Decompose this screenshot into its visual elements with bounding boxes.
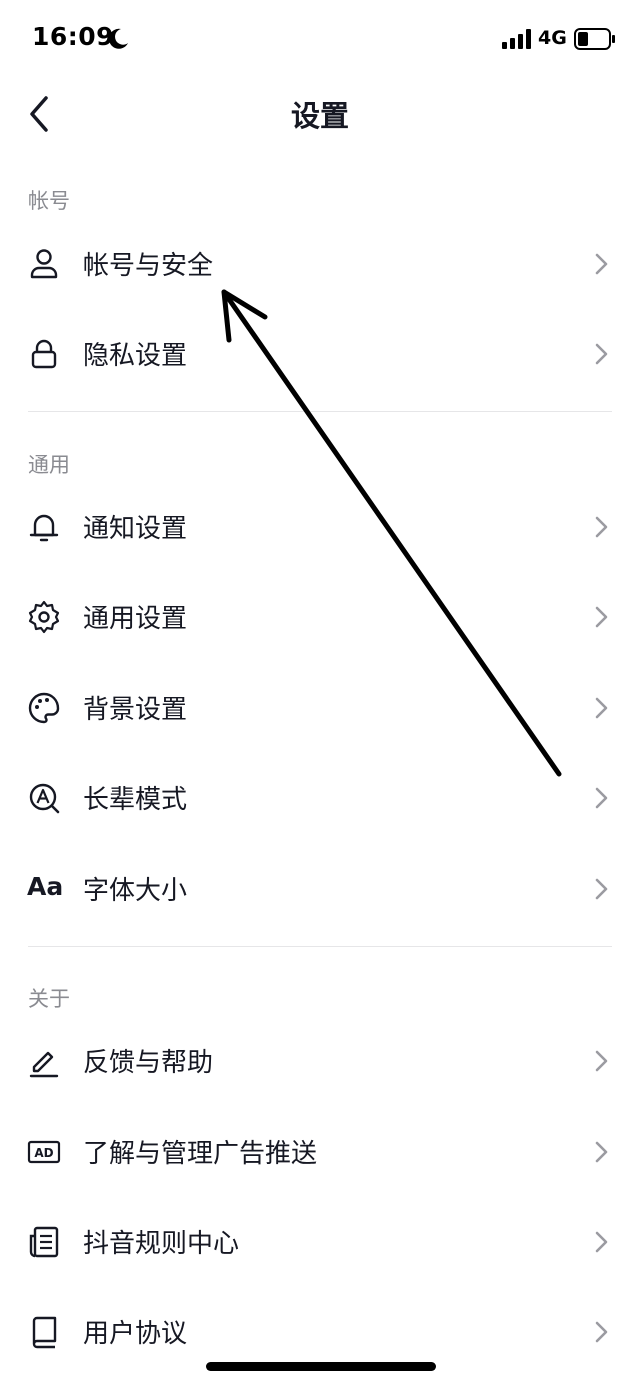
ad-icon: AD	[27, 1140, 61, 1164]
settings-item-label: 帐号与安全	[83, 251, 214, 281]
settings-item-elder-mode[interactable]: 长辈模式	[0, 758, 640, 838]
status-time: 16:09	[32, 22, 115, 51]
settings-item-rules-center[interactable]: 抖音规则中心	[0, 1202, 640, 1282]
settings-item-ad-management[interactable]: AD 了解与管理广告推送	[0, 1112, 640, 1192]
section-label-general: 通用	[28, 453, 70, 477]
settings-item-label: 抖音规则中心	[83, 1229, 240, 1259]
document-icon	[29, 1226, 59, 1258]
section-label-account: 帐号	[28, 189, 70, 213]
chevron-right-icon	[595, 697, 608, 719]
chevron-right-icon	[595, 787, 608, 809]
status-bar: 16:09 4G	[0, 0, 640, 80]
chevron-right-icon	[595, 516, 608, 538]
elder-mode-icon	[29, 783, 60, 814]
settings-item-label: 了解与管理广告推送	[83, 1139, 318, 1169]
section-divider	[28, 946, 612, 947]
settings-item-label: 背景设置	[83, 695, 188, 725]
navigation-bar: 设置	[0, 80, 640, 146]
settings-item-label: 反馈与帮助	[83, 1048, 214, 1078]
chevron-right-icon	[595, 1050, 608, 1072]
font-size-icon: Aa	[27, 872, 64, 901]
settings-item-account-security[interactable]: 帐号与安全	[0, 224, 640, 304]
battery-icon	[574, 28, 615, 50]
settings-item-label: 通用设置	[83, 604, 188, 634]
person-icon	[30, 249, 58, 279]
settings-item-label: 用户协议	[83, 1319, 188, 1349]
settings-item-general[interactable]: 通用设置	[0, 577, 640, 657]
chevron-right-icon	[595, 1321, 608, 1343]
svg-text:AD: AD	[34, 1146, 53, 1160]
chevron-right-icon	[595, 606, 608, 628]
chevron-right-icon	[595, 1231, 608, 1253]
chevron-right-icon	[595, 343, 608, 365]
settings-item-label: 隐私设置	[83, 341, 188, 371]
settings-item-feedback[interactable]: 反馈与帮助	[0, 1021, 640, 1101]
home-indicator[interactable]	[206, 1362, 436, 1371]
settings-item-label: 字体大小	[83, 876, 188, 906]
book-icon	[32, 1316, 57, 1349]
settings-item-label: 通知设置	[83, 514, 188, 544]
settings-item-privacy[interactable]: 隐私设置	[0, 314, 640, 394]
lock-icon	[31, 339, 57, 369]
network-type: 4G	[538, 27, 567, 49]
settings-item-notifications[interactable]: 通知设置	[0, 487, 640, 567]
palette-icon	[28, 692, 60, 724]
settings-item-background[interactable]: 背景设置	[0, 668, 640, 748]
chevron-right-icon	[595, 878, 608, 900]
bell-icon	[29, 514, 59, 542]
settings-item-label: 长辈模式	[83, 785, 188, 815]
moon-icon	[108, 28, 128, 49]
section-divider	[28, 411, 612, 412]
page-title: 设置	[290, 99, 349, 133]
pencil-icon	[29, 1051, 59, 1078]
chevron-right-icon	[595, 253, 608, 275]
section-label-about: 关于	[28, 987, 70, 1011]
settings-item-font-size[interactable]: Aa 字体大小	[0, 849, 640, 929]
chevron-right-icon	[595, 1141, 608, 1163]
cellular-signal-icon	[502, 29, 531, 49]
settings-item-user-agreement[interactable]: 用户协议	[0, 1292, 640, 1372]
gear-icon	[28, 600, 60, 634]
